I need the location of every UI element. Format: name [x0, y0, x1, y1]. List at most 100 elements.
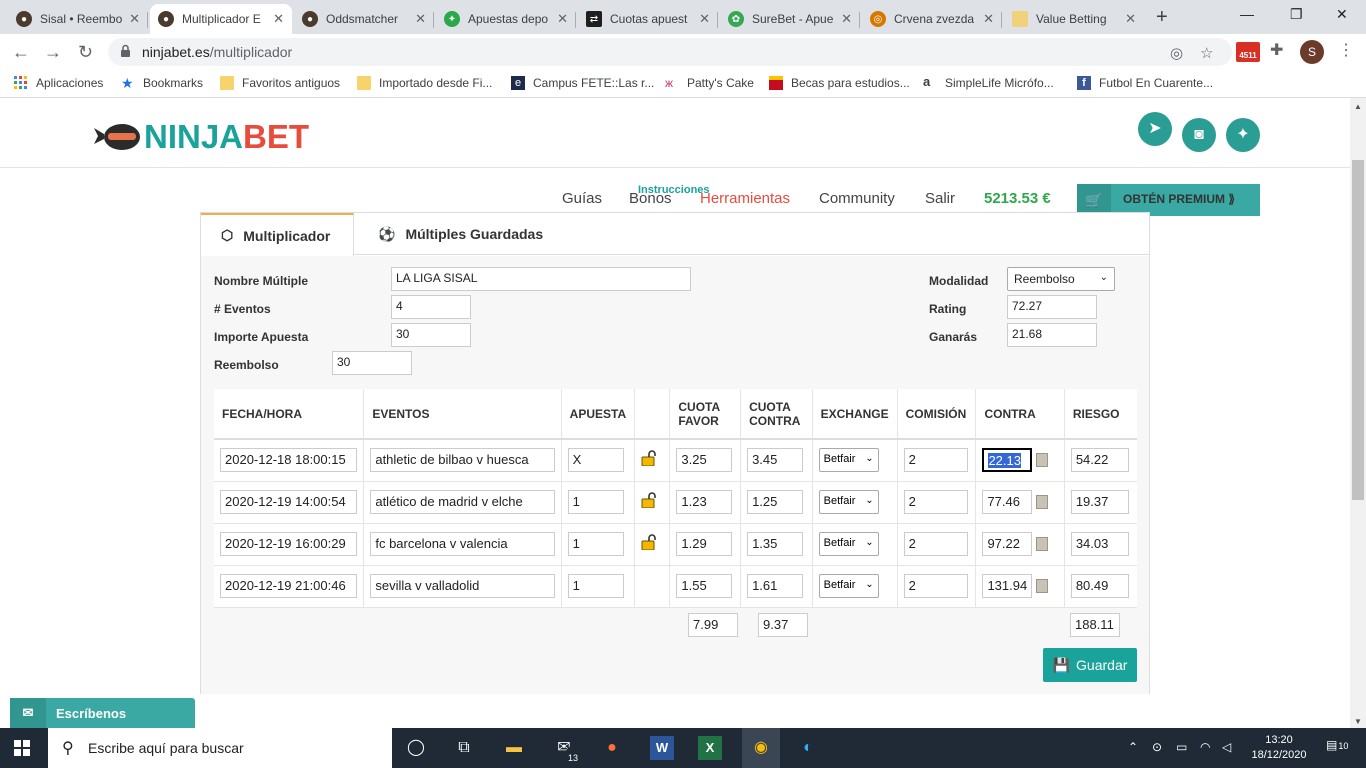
contra-input[interactable]: 97.22 — [982, 532, 1033, 556]
copy-clipboard-icon[interactable] — [1036, 537, 1049, 551]
importe-input[interactable]: 30 — [391, 323, 471, 347]
telegram-icon[interactable]: ➤ — [1138, 112, 1172, 146]
close-tab-icon[interactable]: ✕ — [557, 11, 568, 27]
reembolso-input[interactable]: 30 — [332, 351, 412, 375]
riesgo-input[interactable]: 54.22 — [1070, 448, 1129, 473]
nombre-input[interactable]: LA LIGA SISAL — [391, 267, 691, 291]
nav-guias[interactable]: Guías — [562, 190, 602, 207]
mail-icon[interactable]: ✉ 13 — [552, 736, 581, 768]
windows-start-icon[interactable] — [14, 740, 30, 756]
battery-icon[interactable]: ▭ — [1176, 740, 1187, 754]
evento-input[interactable]: atlético de madrid v elche — [370, 490, 555, 514]
comision-input[interactable]: 2 — [903, 448, 968, 473]
eventos-input[interactable]: 4 — [391, 295, 471, 319]
browser-tab[interactable]: ● Oddsmatcher ✕ — [294, 4, 434, 34]
twitter-icon[interactable]: ✦ — [1226, 118, 1260, 152]
eye-slash-icon[interactable]: ◎ — [1170, 44, 1183, 62]
close-tab-icon[interactable]: ✕ — [1125, 11, 1136, 27]
reload-icon[interactable]: ↻ — [78, 42, 93, 63]
notification-icon[interactable]: ▤10 — [1326, 738, 1348, 752]
apuesta-input[interactable]: 1 — [567, 490, 624, 514]
nav-bonos[interactable]: Bonos — [629, 190, 672, 207]
bookmark-item[interactable]: Importado desde Fi... — [357, 76, 492, 90]
close-window-icon[interactable]: ✕ — [1336, 6, 1348, 23]
browser-tab[interactable]: ● Sisal • Reembo ✕ — [8, 4, 148, 34]
unlocked-padlock-icon[interactable] — [641, 450, 659, 467]
browser-tab[interactable]: ⇄ Cuotas apuest ✕ — [578, 4, 718, 34]
cuota-favor-input[interactable]: 1.29 — [676, 532, 733, 556]
contra-input[interactable]: 22.13 — [982, 448, 1033, 473]
exchange-select[interactable]: Betfair ⌄ — [818, 574, 879, 598]
modalidad-select[interactable]: Reembolso ⌄ — [1007, 267, 1115, 291]
forward-arrow-icon[interactable]: → — [44, 42, 62, 63]
profile-avatar[interactable]: S — [1300, 40, 1324, 64]
cuota-contra-input[interactable]: 1.61 — [747, 574, 804, 598]
gmail-extension-icon[interactable]: 4511 — [1236, 42, 1260, 62]
file-explorer-icon[interactable]: ▬ — [502, 736, 526, 760]
cortana-icon[interactable]: ◯ — [404, 736, 428, 760]
tab-multiplicador[interactable]: ⬡ Multiplicador — [201, 213, 354, 256]
cuota-favor-input[interactable]: 1.55 — [676, 574, 733, 598]
new-tab-plus-icon[interactable]: + — [1156, 6, 1168, 29]
unlocked-padlock-icon[interactable] — [641, 533, 659, 550]
unlocked-padlock-icon[interactable] — [641, 491, 659, 508]
cuota-favor-input[interactable]: 1.23 — [676, 490, 733, 514]
evento-input[interactable]: athletic de bilbao v huesca — [370, 448, 555, 473]
address-bar[interactable]: ninjabet.es/multiplicador ◎ ☆ — [108, 38, 1232, 66]
bookmark-item[interactable]: f Futbol En Cuarente... — [1077, 76, 1213, 90]
bookmark-item[interactable]: ★ Bookmarks — [121, 76, 203, 90]
nav-community[interactable]: Community — [819, 190, 895, 207]
browser-tab-active[interactable]: ● Multiplicador E ✕ — [150, 4, 292, 34]
evento-input[interactable]: fc barcelona v valencia — [370, 532, 555, 556]
ganaras-input[interactable]: 21.68 — [1007, 323, 1097, 347]
copy-clipboard-icon[interactable] — [1036, 579, 1049, 593]
close-tab-icon[interactable]: ✕ — [699, 11, 710, 27]
close-tab-icon[interactable]: ✕ — [415, 11, 426, 27]
riesgo-input[interactable]: 80.49 — [1070, 574, 1129, 598]
minimize-icon[interactable]: — — [1240, 6, 1254, 22]
fecha-input[interactable]: 2020-12-19 21:00:46 — [220, 574, 358, 598]
bookmark-item[interactable]: e Campus FETE::Las r... — [511, 76, 654, 90]
volume-icon[interactable]: ◁ — [1222, 740, 1231, 754]
fecha-input[interactable]: 2020-12-19 14:00:54 — [220, 490, 358, 514]
cuota-contra-input[interactable]: 3.45 — [747, 448, 804, 473]
exchange-select[interactable]: Betfair ⌄ — [818, 532, 879, 556]
contra-input[interactable]: 131.94 — [982, 574, 1033, 598]
edge-icon[interactable]: ◐ — [796, 736, 820, 760]
nav-herramientas[interactable]: Herramientas — [700, 190, 790, 207]
tray-chevron-up-icon[interactable]: ⌃ — [1128, 740, 1138, 754]
chat-widget[interactable]: ✉ Escríbenos — [10, 698, 195, 728]
exchange-select[interactable]: Betfair ⌄ — [818, 448, 879, 473]
firefox-icon[interactable]: ● — [600, 736, 624, 760]
tab-multiples-guardadas[interactable]: ⚽ Múltiples Guardadas — [358, 213, 543, 255]
browser-tab[interactable]: ✿ SureBet - Apue ✕ — [720, 4, 860, 34]
fecha-input[interactable]: 2020-12-19 16:00:29 — [220, 532, 358, 556]
system-clock[interactable]: 13:20 18/12/2020 — [1250, 733, 1308, 763]
copy-clipboard-icon[interactable] — [1036, 495, 1049, 509]
riesgo-input[interactable]: 19.37 — [1070, 490, 1129, 514]
word-icon[interactable]: W — [650, 736, 674, 760]
bookmark-star-icon[interactable]: ☆ — [1200, 44, 1213, 62]
copy-clipboard-icon[interactable] — [1036, 453, 1049, 468]
bookmark-item[interactable]: Aplicaciones — [14, 76, 103, 90]
guardar-button[interactable]: 💾 Guardar — [1043, 648, 1137, 682]
bookmark-item[interactable]: Becas para estudios... — [769, 76, 910, 90]
back-arrow-icon[interactable]: ← — [12, 42, 30, 63]
taskbar-search-box[interactable]: ⚲ Escribe aquí para buscar — [48, 728, 392, 768]
scrollbar-thumb[interactable] — [1352, 160, 1364, 500]
comision-input[interactable]: 2 — [903, 574, 968, 598]
close-tab-icon[interactable]: ✕ — [841, 11, 852, 27]
chrome-icon[interactable]: ◉ — [742, 728, 780, 768]
task-view-icon[interactable]: ⧉ — [452, 736, 476, 760]
riesgo-input[interactable]: 34.03 — [1070, 532, 1129, 556]
exchange-select[interactable]: Betfair ⌄ — [818, 490, 879, 514]
excel-icon[interactable]: X — [698, 736, 722, 760]
browser-tab[interactable]: ✦ Apuestas depo ✕ — [436, 4, 576, 34]
apuesta-input[interactable]: 1 — [567, 532, 624, 556]
comision-input[interactable]: 2 — [903, 490, 968, 514]
apuesta-input[interactable]: 1 — [567, 574, 624, 598]
close-tab-icon[interactable]: ✕ — [273, 11, 284, 27]
menu-kebab-icon[interactable]: ⋮ — [1338, 40, 1354, 60]
ninjabet-logo[interactable]: NINJABET — [94, 118, 309, 156]
bookmark-item[interactable]: a SimpleLife Micrófo... — [923, 75, 1054, 90]
